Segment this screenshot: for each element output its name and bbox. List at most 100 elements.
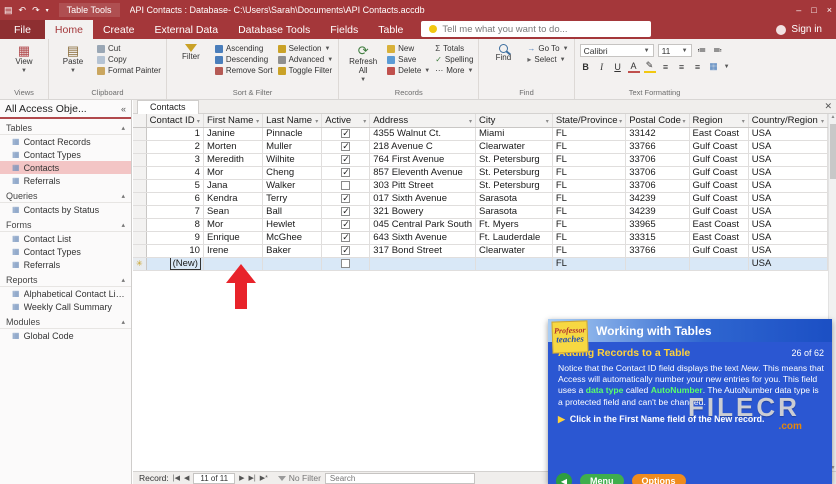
sidebar-item-referrals[interactable]: ▦ Referrals — [0, 258, 131, 271]
cell-postal[interactable]: 33965 — [625, 218, 690, 232]
record-search-input[interactable] — [324, 472, 475, 484]
cell-address[interactable]: 303 Pitt Street — [369, 179, 476, 193]
cell-region[interactable]: East Coast — [689, 218, 749, 232]
cell-postal[interactable]: 33706 — [625, 166, 690, 180]
new-cell-region[interactable] — [689, 257, 749, 271]
nav-section-header[interactable]: Queries ▴ — [0, 189, 131, 203]
cell-last[interactable]: Cheng — [262, 166, 323, 180]
sidebar-item-weekly-call-summary[interactable]: ▦ Weekly Call Summary — [0, 300, 131, 313]
tab-fields[interactable]: Fields — [320, 20, 368, 39]
cell-state[interactable]: FL — [552, 153, 627, 167]
highlight-color-button[interactable]: ✎ — [643, 60, 656, 73]
cell-state[interactable]: FL — [552, 166, 627, 180]
checkbox-checked[interactable] — [341, 193, 351, 204]
cell-last[interactable]: Pinnacle — [262, 127, 323, 141]
column-header-postal[interactable]: Postal Code ▾ — [625, 114, 690, 128]
redo-icon[interactable]: ↷ — [32, 5, 40, 16]
cell-active[interactable] — [321, 166, 371, 180]
cell-last[interactable]: McGhee — [262, 231, 323, 245]
cell-postal[interactable]: 33706 — [625, 153, 690, 167]
new-record-selector[interactable]: ✳ — [133, 257, 147, 271]
nav-section-header[interactable]: Tables ▴ — [0, 121, 131, 135]
tab-file[interactable]: File — [0, 20, 45, 39]
row-selector[interactable] — [133, 140, 147, 154]
new-cell-state[interactable]: FL — [552, 257, 627, 271]
tab-table[interactable]: Table — [368, 20, 413, 39]
more-button[interactable]: ⋯ More ▼ — [435, 66, 473, 75]
remove-sort-button[interactable]: Remove Sort — [214, 66, 273, 75]
scrollbar-thumb[interactable] — [830, 124, 836, 179]
totals-button[interactable]: Σ Totals — [435, 44, 473, 53]
cell-address[interactable]: 017 Sixth Avenue — [369, 192, 476, 206]
cell-state[interactable]: FL — [552, 192, 627, 206]
tab-create[interactable]: Create — [93, 20, 145, 39]
column-header-country[interactable]: Country/Region ▾ — [748, 114, 828, 128]
qat-dropdown-icon[interactable]: ▾ — [46, 7, 49, 14]
cell-first[interactable]: Kendra — [203, 192, 264, 206]
select-button[interactable]: ▸ Select ▼ — [527, 55, 568, 64]
copy-button[interactable]: Copy — [97, 55, 161, 64]
delete-record-button[interactable]: Delete ▼ — [387, 66, 430, 75]
cell-id[interactable]: 6 — [146, 192, 204, 206]
cell-postal[interactable]: 33706 — [625, 179, 690, 193]
chevron-up-icon[interactable]: ▴ — [121, 318, 125, 326]
column-dropdown-icon[interactable]: ▾ — [256, 118, 259, 125]
cell-address[interactable]: 317 Bond Street — [369, 244, 476, 258]
goto-button[interactable]: → Go To ▼ — [527, 44, 568, 53]
format-painter-button[interactable]: Format Painter — [97, 66, 161, 75]
cell-country[interactable]: USA — [748, 153, 828, 167]
cell-region[interactable]: East Coast — [689, 127, 749, 141]
new-cell-active[interactable] — [321, 257, 371, 271]
sidebar-item-global-code[interactable]: ▦ Global Code — [0, 329, 131, 342]
cell-address[interactable]: 4355 Walnut Ct. — [369, 127, 476, 141]
sidebar-item-contact-records[interactable]: ▦ Contact Records — [0, 135, 131, 148]
column-header-state[interactable]: State/Province ▾ — [552, 114, 627, 128]
cell-first[interactable]: Enrique — [203, 231, 264, 245]
row-selector[interactable] — [133, 179, 147, 193]
cell-postal[interactable]: 34239 — [625, 205, 690, 219]
cell-region[interactable]: Gulf Coast — [689, 244, 749, 258]
column-dropdown-icon[interactable]: ▾ — [742, 118, 745, 125]
sign-in-button[interactable]: Sign in — [776, 20, 836, 39]
align-center-icon[interactable]: ≡ — [676, 62, 688, 72]
cell-address[interactable]: 857 Eleventh Avenue — [369, 166, 476, 180]
checkbox-checked[interactable] — [341, 206, 351, 217]
next-record-icon[interactable]: ▶ — [239, 474, 244, 482]
cell-country[interactable]: USA — [748, 179, 828, 193]
view-button[interactable]: ▦ View ▼ — [5, 42, 43, 74]
cell-first[interactable]: Mor — [203, 218, 264, 232]
column-dropdown-icon[interactable]: ▾ — [197, 118, 200, 125]
italic-button[interactable]: I — [596, 62, 608, 72]
cell-first[interactable]: Irene — [203, 244, 264, 258]
cell-active[interactable] — [321, 218, 371, 232]
cell-last[interactable]: Terry — [262, 192, 323, 206]
cell-city[interactable]: St. Petersburg — [475, 179, 553, 193]
filter-button[interactable]: Filter — [172, 42, 210, 62]
column-header-address[interactable]: Address ▾ — [369, 114, 476, 128]
cell-region[interactable]: East Coast — [689, 231, 749, 245]
document-tab-contacts[interactable]: Contacts — [137, 100, 199, 114]
cell-country[interactable]: USA — [748, 218, 828, 232]
cell-state[interactable]: FL — [552, 205, 627, 219]
sidebar-item-contacts-by-status[interactable]: ▦ Contacts by Status — [0, 203, 131, 216]
cell-city[interactable]: Clearwater — [475, 244, 553, 258]
chevron-up-icon[interactable]: ▴ — [121, 221, 125, 229]
cell-postal[interactable]: 33315 — [625, 231, 690, 245]
cell-first[interactable]: Jana — [203, 179, 264, 193]
minimize-icon[interactable]: – — [796, 5, 801, 15]
close-icon[interactable]: × — [827, 5, 832, 15]
cell-region[interactable]: Gulf Coast — [689, 179, 749, 193]
cell-active[interactable] — [321, 244, 371, 258]
cell-postal[interactable]: 33142 — [625, 127, 690, 141]
sidebar-item-contact-types[interactable]: ▦ Contact Types — [0, 148, 131, 161]
filter-status[interactable]: No Filter — [277, 473, 321, 483]
cell-state[interactable]: FL — [552, 127, 627, 141]
cell-last[interactable]: Muller — [262, 140, 323, 154]
cell-state[interactable]: FL — [552, 179, 627, 193]
column-dropdown-icon[interactable]: ▾ — [363, 118, 366, 125]
cell-address[interactable]: 218 Avenue C — [369, 140, 476, 154]
cell-id[interactable]: 3 — [146, 153, 204, 167]
checkbox-checked[interactable] — [341, 141, 351, 152]
column-dropdown-icon[interactable]: ▾ — [546, 118, 549, 125]
checkbox-unchecked[interactable] — [341, 181, 351, 190]
